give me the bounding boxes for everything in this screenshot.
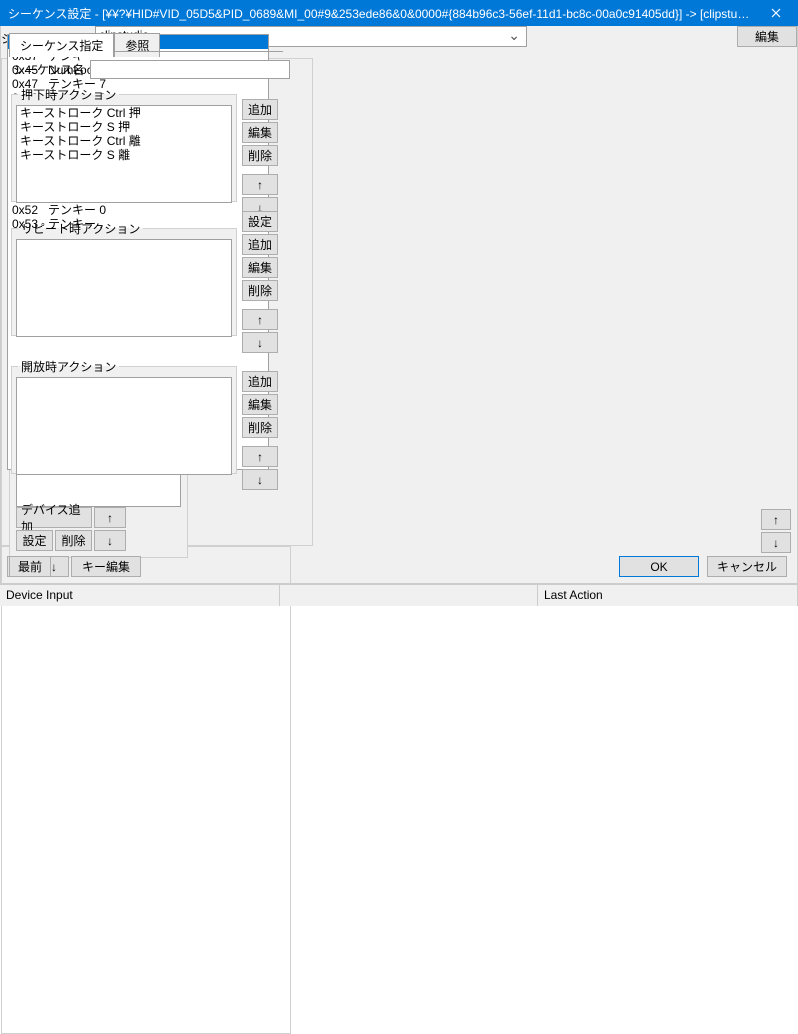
press-action-list[interactable]: キーストローク Ctrl 押キーストローク S 押キーストローク Ctrl 離キ… <box>16 105 232 203</box>
press-legend: 押下時アクション <box>18 86 119 103</box>
repeat-up-button[interactable]: ↑ <box>242 309 278 330</box>
press-delete-button[interactable]: 削除 <box>242 145 278 166</box>
release-delete-button[interactable]: 削除 <box>242 417 278 438</box>
action-item[interactable]: キーストローク S 離 <box>17 148 231 162</box>
sequence-name-label: シーケンス名 <box>13 61 84 78</box>
keylist-up-button-right[interactable]: ↑ <box>761 509 791 530</box>
repeat-delete-button[interactable]: 削除 <box>242 280 278 301</box>
status-mid <box>280 585 538 606</box>
sequence-name-input[interactable] <box>90 60 290 79</box>
titlebar: シーケンス設定 - [¥¥?¥HID#VID_05D5&PID_0689&MI_… <box>0 0 798 26</box>
repeat-add-button[interactable]: 追加 <box>242 234 278 255</box>
release-edit-button[interactable]: 編集 <box>242 394 278 415</box>
release-legend: 開放時アクション <box>18 358 119 375</box>
action-item[interactable]: キーストローク Ctrl 離 <box>17 134 231 148</box>
status-bar: Device Input Last Action <box>0 584 798 606</box>
release-add-button[interactable]: 追加 <box>242 371 278 392</box>
ok-button[interactable]: OK <box>619 556 699 577</box>
press-up-button[interactable]: ↑ <box>242 174 278 195</box>
press-action-group: 押下時アクション キーストローク Ctrl 押キーストローク S 押キーストロー… <box>11 86 237 202</box>
close-button[interactable] <box>753 0 798 26</box>
status-device-input: Device Input <box>0 585 280 606</box>
repeat-action-list[interactable] <box>16 239 232 337</box>
keylist-down-button-right[interactable]: ↓ <box>761 532 791 553</box>
sequence-panel: シーケンス指定 参照 シーケンス名 押下時アクション キーストローク Ctrl … <box>1 546 291 1034</box>
hid-delete-button[interactable]: 削除 <box>55 530 92 551</box>
repeat-legend: リピート時アクション <box>18 220 143 237</box>
key-row[interactable]: 0x52 テンキー 0 <box>8 203 268 217</box>
key-edit-button[interactable]: キー編集 <box>71 556 141 577</box>
hid-down-button[interactable]: ↓ <box>94 530 126 551</box>
repeat-action-group: リピート時アクション 設定 追加 編集 削除 ↑ ↓ <box>11 220 237 336</box>
tab-reference[interactable]: 参照 <box>114 33 160 57</box>
repeat-set-button[interactable]: 設定 <box>242 211 278 232</box>
client-area: 対象HIDデバイス ¥¥?¥HID#VID_05D5&PID_06 デバイス追加… <box>0 26 798 584</box>
hid-up-button[interactable]: ↑ <box>94 507 126 528</box>
hid-add-button[interactable]: デバイス追加 <box>16 507 92 528</box>
status-last-action: Last Action <box>538 585 798 606</box>
release-action-list[interactable] <box>16 377 232 475</box>
press-add-button[interactable]: 追加 <box>242 99 278 120</box>
repeat-edit-button[interactable]: 編集 <box>242 257 278 278</box>
action-item[interactable]: キーストローク S 押 <box>17 120 231 134</box>
hid-settings-button[interactable]: 設定 <box>16 530 53 551</box>
release-action-group: 開放時アクション 追加 編集 削除 ↑ ↓ <box>11 358 237 474</box>
release-up-button[interactable]: ↑ <box>242 446 278 467</box>
release-down-button[interactable]: ↓ <box>242 469 278 490</box>
press-edit-button[interactable]: 編集 <box>242 122 278 143</box>
cancel-button[interactable]: キャンセル <box>707 556 787 577</box>
action-item[interactable]: キーストローク Ctrl 押 <box>17 106 231 120</box>
window-title: シーケンス設定 - [¥¥?¥HID#VID_05D5&PID_0689&MI_… <box>8 5 753 22</box>
repeat-down-button[interactable]: ↓ <box>242 332 278 353</box>
front-button[interactable]: 最前 <box>9 556 51 577</box>
sequence-set-edit-button[interactable]: 編集 <box>737 26 797 47</box>
tab-sequence-spec[interactable]: シーケンス指定 <box>9 33 114 57</box>
